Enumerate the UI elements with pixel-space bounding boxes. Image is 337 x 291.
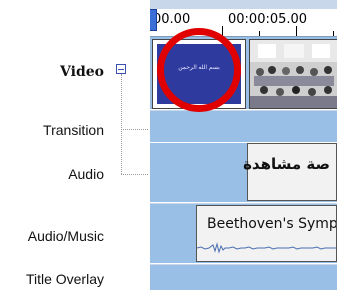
tree-connector-vertical (121, 74, 122, 174)
music-clip[interactable]: Beethoven's Symp (196, 205, 337, 262)
ruler-minor-tick (259, 31, 260, 36)
track-label-title-overlay[interactable]: Title Overlay (26, 271, 104, 287)
audio-waveform (197, 242, 336, 254)
ruler-time-mark: 00:00:05.00 (228, 12, 308, 27)
track-label-audio-music[interactable]: Audio/Music (28, 228, 104, 244)
ruler-minor-tick (333, 31, 334, 36)
room-scene-image (250, 40, 337, 108)
time-ruler[interactable]: 00.00 00:00:05.00 (148, 9, 337, 37)
title-overlay-track-row[interactable] (148, 265, 337, 291)
transition-track-row[interactable] (148, 111, 337, 143)
collapse-minus-icon[interactable] (116, 64, 126, 74)
audio-clip[interactable]: صة مشاهدة (243, 143, 337, 201)
ruler-major-tick (296, 26, 297, 36)
track-label-transition[interactable]: Transition (43, 122, 104, 138)
tree-connector-audio (121, 174, 148, 175)
timeline-left-edge (148, 0, 150, 291)
ruler-time-start: 00.00 (153, 12, 191, 27)
video-clip-room[interactable] (249, 39, 337, 109)
track-label-video[interactable]: Video (60, 64, 104, 80)
track-label-column: Video Transition Audio Audio/Music Title… (0, 0, 148, 291)
highlight-circle-annotation (157, 28, 241, 112)
audio-clip-label: صة مشاهدة (243, 155, 330, 173)
tree-connector-transition (121, 129, 148, 130)
music-clip-label: Beethoven's Symp (207, 216, 337, 232)
track-label-audio[interactable]: Audio (68, 166, 104, 182)
